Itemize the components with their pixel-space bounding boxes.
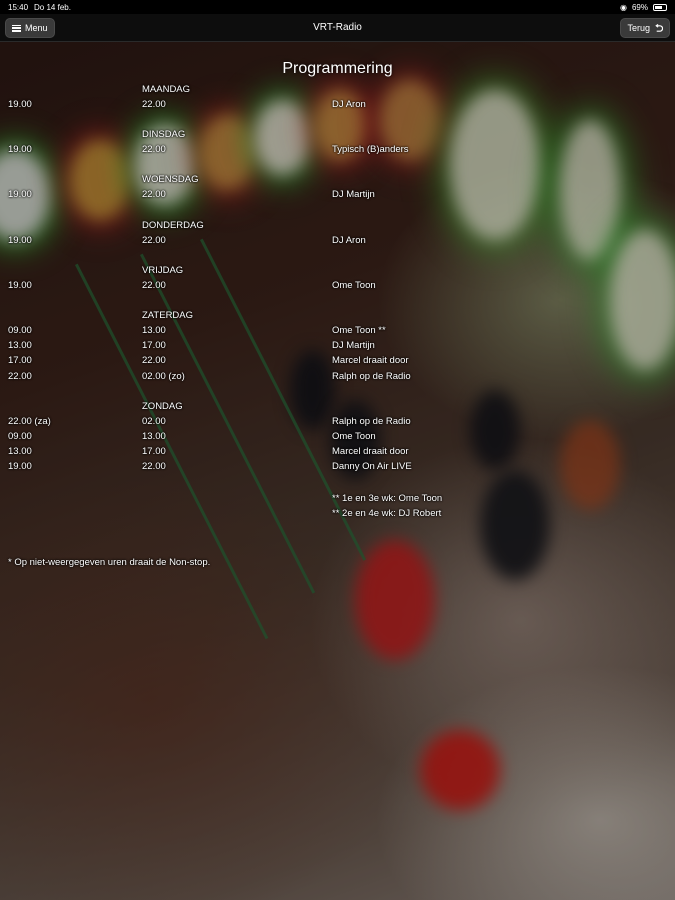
slot-start-time: 22.00 xyxy=(8,370,32,382)
slot-end-time: 22.00 xyxy=(142,234,166,246)
battery-percentage: 69% xyxy=(631,2,648,12)
slot-end-time: 13.00 xyxy=(142,431,166,442)
slot-start-time: 09.00 xyxy=(8,431,32,442)
status-bar: 15:40 Do 14 feb. ◉ 69% xyxy=(0,0,675,14)
status-date: Do 14 feb. xyxy=(34,2,71,12)
slot-show-name: Ralph op de Radio xyxy=(332,370,411,382)
slot-end-time: 22.00 xyxy=(142,144,166,156)
slot-start-time: 19.00 xyxy=(8,461,32,473)
day-header: ZATERDAG xyxy=(142,310,194,321)
slot-start-time: 13.00 xyxy=(8,340,32,352)
slot-start-time: 19.00 xyxy=(8,189,32,201)
slot-start-time: 09.00 xyxy=(8,325,32,336)
slot-end-time: 13.00 xyxy=(142,325,166,336)
day-header: DONDERDAG xyxy=(142,219,204,231)
slot-start-time: 19.00 xyxy=(8,279,32,291)
slot-start-time: 13.00 xyxy=(8,446,32,458)
slot-start-time: 19.00 xyxy=(8,99,32,110)
menu-button[interactable]: Menu xyxy=(5,18,55,38)
navigation-bar: VRT-Radio Menu Terug xyxy=(0,14,675,42)
slot-show-name: DJ Martijn xyxy=(332,340,375,352)
schedule-note: ** 1e en 3e wk: Ome Toon xyxy=(332,493,443,504)
slot-show-name: Typisch (B)anders xyxy=(332,144,409,156)
page-title: Programmering xyxy=(282,60,393,77)
schedule-footnote: * Op niet-weergegeven uren draait de Non… xyxy=(8,557,211,568)
slot-show-name: Marcel draait door xyxy=(332,446,409,458)
day-header: WOENSDAG xyxy=(142,174,199,186)
battery-icon xyxy=(653,3,667,11)
slot-show-name: Ralph op de Radio xyxy=(332,415,411,427)
slot-show-name: Ome Toon xyxy=(332,431,376,442)
slot-end-time: 17.00 xyxy=(142,340,166,352)
day-header: MAANDAG xyxy=(142,84,191,95)
day-header: VRIJDAG xyxy=(142,264,184,276)
slot-start-time: 17.00 xyxy=(8,355,32,367)
slot-end-time: 17.00 xyxy=(142,446,166,458)
slot-show-name: Danny On Air LIVE xyxy=(332,461,412,473)
slot-start-time: 19.00 xyxy=(8,234,32,246)
back-button[interactable]: Terug xyxy=(620,18,670,38)
slot-start-time: 19.00 xyxy=(8,144,32,156)
back-button-label: Terug xyxy=(627,23,650,33)
slot-end-time: 02.00 xyxy=(142,415,166,427)
slot-end-time: 22.00 xyxy=(142,461,166,473)
slot-show-name: DJ Martijn xyxy=(332,189,375,201)
day-header: ZONDAG xyxy=(142,400,183,412)
status-time: 15:40 xyxy=(8,2,29,12)
nav-title: VRT-Radio xyxy=(313,22,362,33)
schedule-content: Programmering MAANDAG 19.00 22.00 DJ Aron DI… xyxy=(0,42,675,900)
slot-end-time: 22.00 xyxy=(142,189,166,201)
schedule-note: ** 2e en 4e wk: DJ Robert xyxy=(332,508,442,519)
menu-button-label: Menu xyxy=(25,23,48,33)
back-arrow-icon xyxy=(655,23,663,32)
slot-start-time: 22.00 (za) xyxy=(8,415,51,427)
slot-show-name: Marcel draait door xyxy=(332,355,409,367)
slot-show-name: DJ Aron xyxy=(332,234,366,246)
hamburger-icon xyxy=(12,24,21,32)
slot-end-time: 22.00 xyxy=(142,99,166,110)
slot-end-time: 22.00 xyxy=(142,279,166,291)
slot-show-name: Ome Toon xyxy=(332,279,376,291)
slot-end-time: 22.00 xyxy=(142,355,166,367)
day-header: DINSDAG xyxy=(142,129,186,141)
slot-end-time: 02.00 (zo) xyxy=(142,370,185,382)
slot-show-name: Ome Toon ** xyxy=(332,325,386,336)
wifi-icon: ◉ xyxy=(620,2,627,12)
slot-show-name: DJ Aron xyxy=(332,99,366,110)
